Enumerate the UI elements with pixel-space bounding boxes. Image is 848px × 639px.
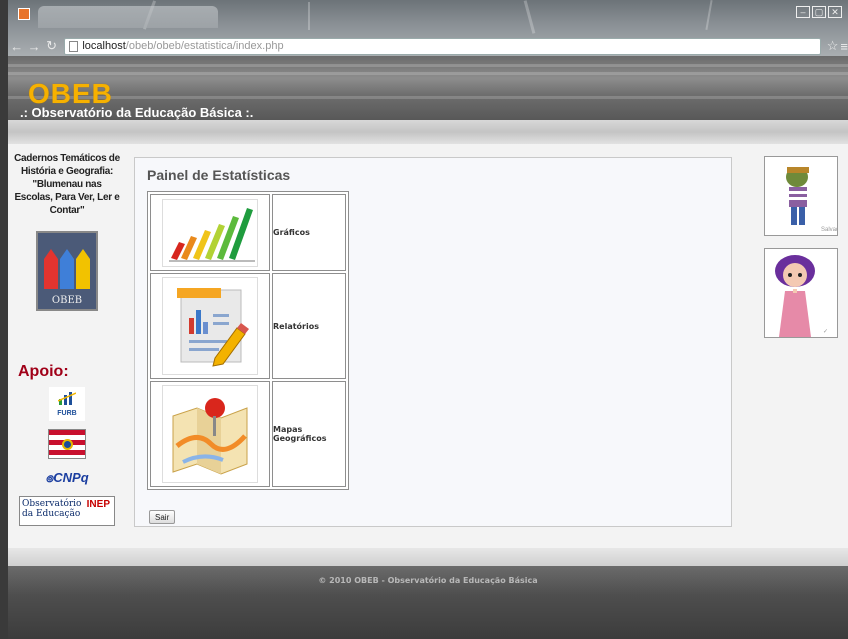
bookmark-star-icon[interactable]: ☆: [827, 38, 839, 54]
page-icon: [69, 40, 79, 52]
stat-row-relatorios: Relatórios: [150, 273, 346, 379]
graficos-link[interactable]: Gráficos: [272, 194, 346, 271]
stat-row-mapas: Mapas Geográficos: [150, 381, 346, 487]
girl-character-image: ✓: [764, 248, 838, 338]
footer-copyright: © 2010 OBEB - Observatório da Educação B…: [318, 576, 538, 585]
site-header: OBEB .: Observatório da Educação Básica …: [8, 56, 848, 120]
site-footer: © 2010 OBEB - Observatório da Educação B…: [8, 566, 848, 639]
inep-label: INEP: [86, 499, 110, 510]
mapas-link[interactable]: Mapas Geográficos: [272, 381, 346, 487]
stat-row-graficos: Gráficos: [150, 194, 346, 271]
relatorios-thumb-cell[interactable]: [150, 273, 270, 379]
browser-toolbar: ← → ↻ localhost/obeb/obeb/estatistica/in…: [8, 36, 848, 56]
report-icon[interactable]: [162, 277, 258, 375]
cnpq-label: CNPq: [53, 470, 89, 485]
reload-icon[interactable]: ↻: [43, 38, 60, 54]
blumenau-flag-logo[interactable]: [48, 429, 86, 459]
statistics-panel: Painel de Estatísticas Gráficos Relatóri…: [134, 157, 732, 527]
left-sidebar: Cadernos Temáticos de História e Geograf…: [8, 152, 126, 526]
cadernos-caption: Cadernos Temáticos de História e Geograf…: [14, 153, 120, 216]
observatorio-line2: da Educação: [22, 509, 81, 519]
logout-button[interactable]: Sair: [149, 510, 176, 524]
observatorio-inep-logo[interactable]: Observatório da Educação INEP: [19, 496, 115, 526]
cadernos-logo-label: OBEB: [51, 295, 83, 306]
close-button[interactable]: ✕: [828, 6, 842, 18]
panel-title: Painel de Estatísticas: [147, 167, 291, 183]
minimize-button[interactable]: –: [796, 6, 810, 18]
menu-icon[interactable]: ≡: [840, 39, 848, 54]
browser-tab[interactable]: [38, 6, 218, 28]
coat-of-arms-icon: [62, 439, 73, 450]
furb-bars-icon: [58, 392, 76, 405]
apoio-heading: Apoio:: [18, 363, 69, 380]
cadernos-logo[interactable]: OBEB: [36, 231, 98, 311]
bar-chart-icon[interactable]: [162, 198, 258, 267]
forward-arrow-icon[interactable]: →: [25, 39, 42, 54]
address-bar[interactable]: localhost/obeb/obeb/estatistica/index.ph…: [64, 37, 821, 55]
graficos-thumb-cell[interactable]: [150, 194, 270, 271]
url-path: /obeb/obeb/estatistica/index.php: [125, 40, 284, 52]
svg-text:Salvado: Salvado: [821, 227, 838, 233]
mapas-thumb-cell[interactable]: [150, 381, 270, 487]
url-host: localhost: [82, 40, 126, 52]
statistics-menu-table: Gráficos Relatórios Mapas Geográficos: [147, 191, 349, 490]
footer-divider: [8, 548, 848, 566]
map-icon[interactable]: [162, 385, 258, 483]
header-divider: [8, 120, 848, 144]
window-controls: – ▢ ✕: [796, 6, 842, 18]
cnpq-logo[interactable]: ๏CNPq: [37, 467, 97, 488]
browser-app-icon[interactable]: [18, 8, 30, 20]
site-subtitle: .: Observatório da Educação Básica :.: [20, 105, 254, 120]
svg-text:✓: ✓: [823, 329, 828, 335]
boy-character-image: Salvado: [764, 156, 838, 236]
relatorios-link[interactable]: Relatórios: [272, 273, 346, 379]
furb-logo[interactable]: FURB: [49, 387, 85, 421]
furb-label: FURB: [57, 410, 77, 417]
back-arrow-icon[interactable]: ←: [8, 39, 25, 54]
maximize-button[interactable]: ▢: [812, 6, 826, 18]
page-viewport: OBEB .: Observatório da Educação Básica …: [8, 56, 848, 639]
